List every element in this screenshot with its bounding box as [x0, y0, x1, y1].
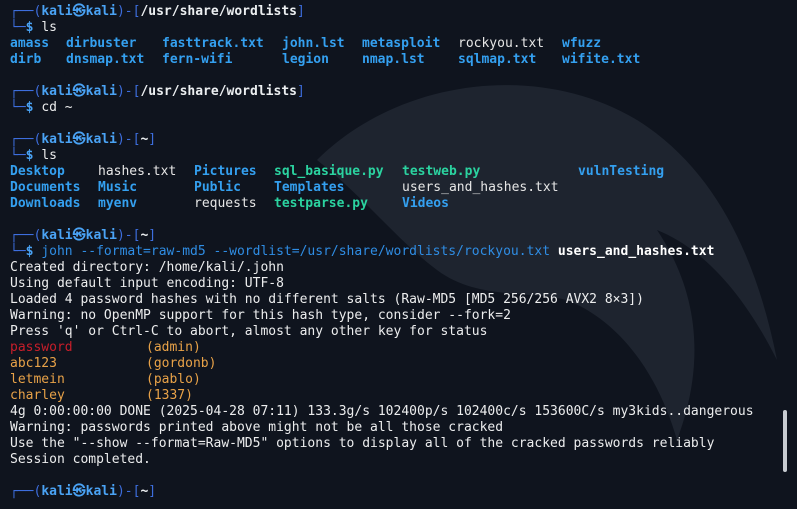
command-line: └─$ john --format=raw-md5 --wordlist=/us…: [10, 244, 715, 259]
output-line: Warning: no OpenMP support for this hash…: [10, 308, 511, 323]
output-line: Created directory: /home/kali/.john: [10, 260, 284, 275]
prompt-line: ┌──(kali㉿kali)-[~]: [10, 228, 157, 243]
ls-output-row: Documents Music Public Templates users_a…: [10, 180, 559, 195]
scrollbar-thumb[interactable]: [783, 410, 787, 472]
cracked-row: password (admin): [10, 340, 201, 355]
output-line: Using default input encoding: UTF-8: [10, 276, 284, 291]
terminal-output: ┌──(kali㉿kali)-[/usr/share/wordlists] └─…: [10, 4, 780, 500]
ls-output-row: amass dirbuster fasttrack.txt john.lst m…: [10, 36, 602, 51]
output-line: Press 'q' or Ctrl-C to abort, almost any…: [10, 324, 488, 339]
ls-output-row: Downloads myenv requests testparse.py Vi…: [10, 196, 449, 211]
output-line: Loaded 4 password hashes with no differe…: [10, 292, 644, 307]
prompt-line: ┌──(kali㉿kali)-[~]: [10, 484, 157, 499]
prompt-line: ┌──(kali㉿kali)-[/usr/share/wordlists]: [10, 4, 305, 19]
command-line: └─$ ls: [10, 20, 57, 35]
prompt-line: ┌──(kali㉿kali)-[~]: [10, 132, 157, 147]
output-line: 4g 0:00:00:00 DONE (2025-04-28 07:11) 13…: [10, 404, 754, 419]
cracked-row: charley (1337): [10, 388, 193, 403]
cracked-row: letmein (pablo): [10, 372, 201, 387]
cracked-row: abc123 (gordonb): [10, 356, 217, 371]
ls-output-row: Desktop hashes.txt Pictures sql_basique.…: [10, 164, 665, 179]
output-line: Session completed.: [10, 452, 151, 467]
command-line: └─$ cd ~: [10, 100, 73, 115]
prompt-line: ┌──(kali㉿kali)-[/usr/share/wordlists]: [10, 84, 305, 99]
output-line: Use the "--show --format=Raw-MD5" option…: [10, 436, 715, 451]
output-line: Warning: passwords printed above might n…: [10, 420, 504, 435]
command-line: └─$ ls: [10, 148, 57, 163]
ls-output-row: dirb dnsmap.txt fern-wifi legion nmap.ls…: [10, 52, 641, 67]
